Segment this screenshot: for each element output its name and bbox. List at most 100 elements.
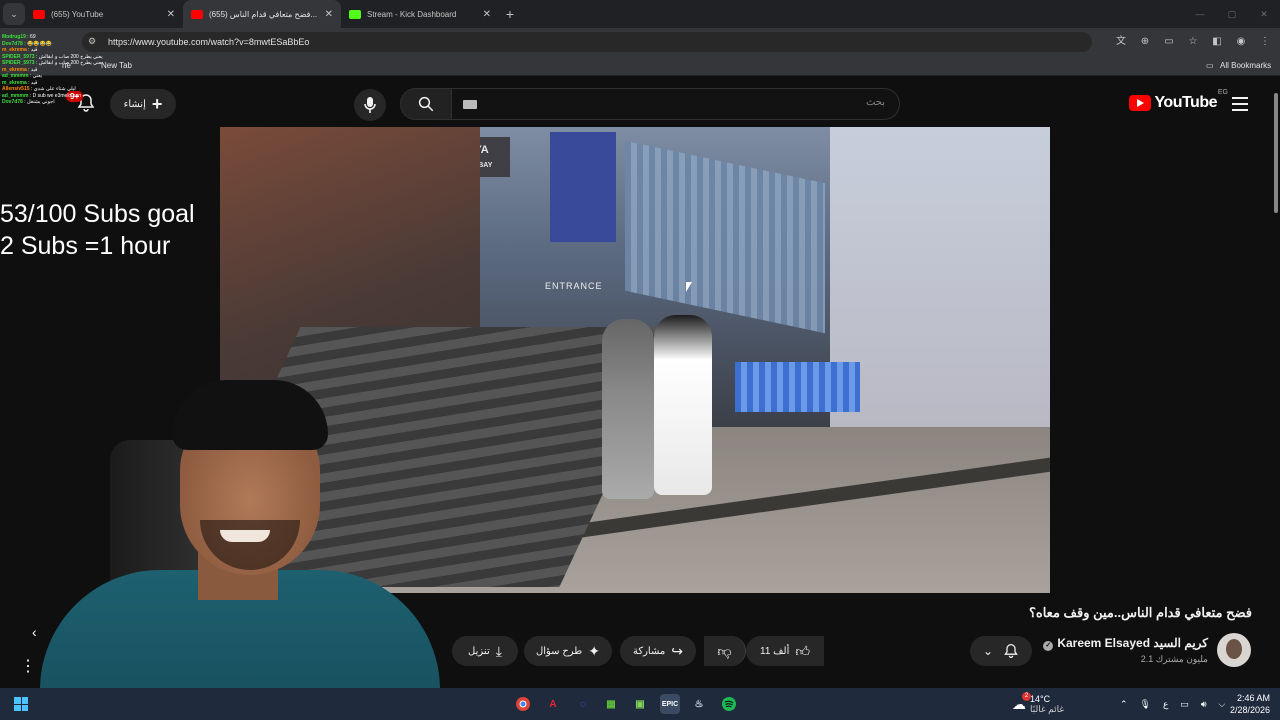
scrollbar-thumb[interactable] [1274, 93, 1278, 213]
stream-chat-overlay: Modrug19 : 69 Dov7d78 : 😂😂😂😂 m_ekrema : قي… [2, 34, 202, 106]
address-bar[interactable]: ⚙ https://www.youtube.com/watch?v=8mwtES… [82, 32, 1092, 52]
share-icon: ↪ [671, 642, 683, 659]
chat-username: Modrug19 [2, 34, 26, 40]
chat-username: SPIDER_5973 [2, 53, 35, 60]
video-scene-store-sign [550, 132, 616, 242]
chat-text: : يعني [28, 73, 43, 79]
share-label: مشاركة [632, 645, 666, 657]
webcam-smile [220, 530, 270, 542]
voice-search-button[interactable] [354, 89, 386, 121]
chat-text: : 😂😂😂😂 [22, 40, 52, 47]
minecraft-dungeons-icon[interactable]: ▣ [630, 694, 650, 714]
chat-text: : يعني يطرح 200 صاب و ابقالش [34, 60, 103, 66]
weather-widget[interactable]: ☁ 14°C غائم غالبًا [1012, 688, 1064, 720]
chevron-left-icon[interactable]: ‹ [32, 624, 37, 640]
channel-avatar[interactable] [1217, 633, 1251, 667]
tab-title: Stream - Kick Dashboard [367, 9, 457, 19]
chat-username: ad_mmmm [2, 92, 29, 99]
close-tab-icon[interactable]: ✕ [167, 9, 175, 20]
youtube-play-icon [1129, 95, 1152, 111]
page-scrollbar[interactable] [1272, 77, 1280, 687]
chat-text: : قيد [26, 79, 38, 86]
subscribed-button[interactable]: ⌄ [970, 636, 1032, 666]
adobe-icon[interactable]: A [543, 694, 563, 714]
tab-title: (655) YouTube [51, 9, 104, 19]
sparkle-icon: ✦ [588, 642, 601, 659]
spotify-icon[interactable] [719, 694, 739, 714]
chat-message: Dov7d78 : اجوني يشتغل [2, 99, 202, 106]
video-scene-person-right [654, 315, 712, 495]
display-icon[interactable]: ▭ [1180, 688, 1189, 720]
system-clock[interactable]: 2:46 AM 2/28/2026 [1230, 688, 1270, 720]
guide-menu-icon[interactable] [1232, 97, 1248, 111]
bookmark-star-icon[interactable]: ☆ [1186, 32, 1200, 52]
close-tab-icon[interactable]: ✕ [483, 9, 491, 20]
browser-tabstrip: ⌄ (655) YouTube ✕ (655) فضح متعافي قدام … [0, 0, 1280, 28]
translate-icon[interactable]: 文 [1114, 32, 1128, 52]
obs-icon[interactable]: ◌ [573, 694, 593, 714]
like-button[interactable]: 11 ألف 👍︎ [746, 636, 824, 666]
extensions-icon[interactable]: ◧ [1210, 32, 1224, 52]
video-scene-water-bottles [735, 362, 860, 412]
chat-text: : قيد [26, 66, 38, 73]
minecraft-icon[interactable]: ▦ [601, 694, 621, 714]
clock-time: 2:46 AM [1236, 693, 1270, 703]
search-input[interactable]: بحث [448, 88, 900, 120]
chat-username: ad_mmmm [2, 73, 29, 79]
ask-button[interactable]: طرح سؤال ✦ [524, 636, 612, 666]
chat-text: : قيد [26, 47, 38, 53]
webcam-hair [172, 380, 328, 450]
chat-text: : ليلي شتاء على شدي [29, 86, 76, 92]
input-language[interactable]: ع [1163, 688, 1168, 720]
thumbs-up-icon: 👍︎ [795, 642, 810, 659]
steam-icon[interactable]: ♨ [689, 694, 709, 714]
mouse-cursor-icon [686, 282, 692, 292]
ask-label: طرح سؤال [535, 645, 583, 657]
youtube-favicon-icon [191, 9, 203, 19]
chat-username: m_ekrema [2, 47, 27, 53]
subs-goal-overlay: 53/100 Subs goal 2 Subs =1 hour [0, 198, 195, 262]
share-button[interactable]: مشاركة ↪ [620, 636, 696, 666]
video-scene-entrance-text: ENTRANCE [545, 281, 603, 291]
new-tab-icon[interactable]: + [499, 6, 521, 22]
dislike-button[interactable]: 👎︎ [704, 636, 746, 666]
maximize-icon[interactable]: ▢ [1216, 0, 1248, 28]
minimize-icon[interactable]: — [1184, 0, 1216, 28]
search-icon [418, 96, 434, 112]
cast-icon[interactable]: ▭ [1162, 32, 1176, 52]
zoom-icon[interactable]: ⊕ [1138, 32, 1152, 52]
all-bookmarks[interactable]: All Bookmarks [1220, 56, 1271, 76]
tab-search-button[interactable]: ⌄ [3, 3, 25, 25]
search-button[interactable] [400, 88, 452, 120]
microphone-icon[interactable]: 🎙︎ [1140, 688, 1151, 720]
youtube-favicon-icon [33, 9, 45, 19]
profile-avatar-icon[interactable]: ◉ [1234, 32, 1248, 52]
download-icon: ⤓ [495, 642, 502, 659]
download-button[interactable]: تنزيل ⤓ [452, 636, 518, 666]
channel-name[interactable]: ✓ Kareem Elsayed كريم السيد [1043, 636, 1208, 651]
browser-menu-icon[interactable]: ⋮ [1258, 32, 1272, 52]
search-placeholder: بحث [865, 97, 885, 108]
chevron-up-icon[interactable]: ⌃ [1120, 688, 1128, 720]
close-tab-icon[interactable]: ✕ [325, 9, 333, 20]
tab-title: (655) فضح متعافي قدام الناس... [209, 9, 318, 19]
keyboard-icon[interactable] [463, 100, 477, 109]
screen: ⌄ (655) YouTube ✕ (655) فضح متعافي قدام … [0, 0, 1280, 720]
close-window-icon[interactable]: ✕ [1248, 0, 1280, 28]
youtube-logo[interactable]: YouTube EG [1129, 89, 1228, 112]
tab-youtube-home[interactable]: (655) YouTube ✕ [25, 0, 183, 28]
speaker-icon[interactable]: 🔊︎ [1201, 688, 1207, 720]
video-scene-person-left [602, 319, 654, 499]
toolbar-icons: 文 ⊕ ▭ ☆ ◧ ◉ ⋮ [1114, 32, 1272, 52]
window-controls: — ▢ ✕ [1184, 0, 1280, 28]
windows-start-icon[interactable] [14, 697, 28, 711]
epic-games-icon[interactable]: EPIC [660, 694, 680, 714]
tab-youtube-video[interactable]: (655) فضح متعافي قدام الناس... ✕ [183, 0, 341, 28]
tab-kick-dashboard[interactable]: Stream - Kick Dashboard ✕ [341, 0, 499, 28]
more-options-icon[interactable]: ⋮ [20, 656, 36, 676]
network-icon[interactable]: ⌵ [1219, 688, 1226, 720]
chrome-icon[interactable] [513, 694, 533, 714]
clock-date: 2/28/2026 [1229, 705, 1270, 715]
chat-text: : 69 [25, 34, 36, 40]
temperature: 14°C [1030, 694, 1051, 704]
